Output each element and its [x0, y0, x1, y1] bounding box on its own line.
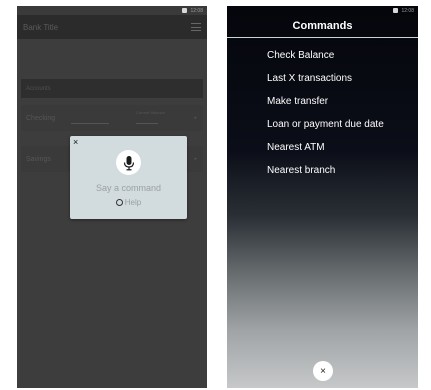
microphone-icon [123, 155, 134, 170]
title-divider [227, 37, 418, 38]
account-name: Savings [26, 155, 51, 163]
account-row-checking[interactable]: Checking Current Balance ▸ [21, 105, 203, 131]
chevron-right-icon: ▸ [194, 156, 197, 162]
help-label: Help [124, 198, 142, 207]
phone-commands-screen: 12:08 Commands Check Balance Last X tran… [227, 6, 418, 388]
status-bar: 12:08 [17, 6, 207, 15]
battery-icon [393, 8, 399, 13]
app-bar: Bank Title [17, 15, 207, 39]
accounts-header: Accounts [21, 79, 203, 98]
accounts-header-label: Accounts [26, 85, 51, 92]
status-bar: 12:08 [227, 6, 418, 15]
voice-command-dialog: × Say a command Help [70, 136, 187, 219]
command-item-last-transactions[interactable]: Last X transactions [267, 73, 384, 96]
close-commands-button[interactable]: × [313, 361, 333, 381]
microphone-button[interactable] [116, 150, 141, 175]
say-command-prompt: Say a command [95, 183, 162, 193]
help-link[interactable]: Help [70, 198, 187, 207]
menu-icon[interactable] [191, 23, 201, 31]
account-field-label: Current Balance [136, 110, 165, 115]
status-time: 12:08 [401, 7, 414, 14]
commands-title: Commands [292, 20, 353, 32]
screenshot-stage: 12:08 Bank Title Accounts Checking Curre… [0, 0, 431, 390]
command-item-due-date[interactable]: Loan or payment due date [267, 119, 384, 142]
command-item-make-transfer[interactable]: Make transfer [267, 96, 384, 119]
command-item-nearest-branch[interactable]: Nearest branch [267, 165, 384, 188]
account-name: Checking [26, 114, 56, 122]
chevron-right-icon: ▸ [194, 115, 197, 121]
battery-icon [182, 8, 188, 13]
account-balance-line [136, 123, 158, 124]
command-item-check-balance[interactable]: Check Balance [267, 50, 384, 73]
help-ring-icon [115, 199, 123, 206]
close-icon[interactable]: × [73, 137, 78, 147]
app-title: Bank Title [23, 22, 59, 32]
close-icon: × [320, 365, 326, 377]
account-number-line [71, 123, 109, 124]
status-time: 12:08 [190, 7, 203, 14]
command-list: Check Balance Last X transactions Make t… [267, 50, 384, 188]
command-item-nearest-atm[interactable]: Nearest ATM [267, 142, 384, 165]
phone-voice-screen: 12:08 Bank Title Accounts Checking Curre… [17, 6, 207, 388]
